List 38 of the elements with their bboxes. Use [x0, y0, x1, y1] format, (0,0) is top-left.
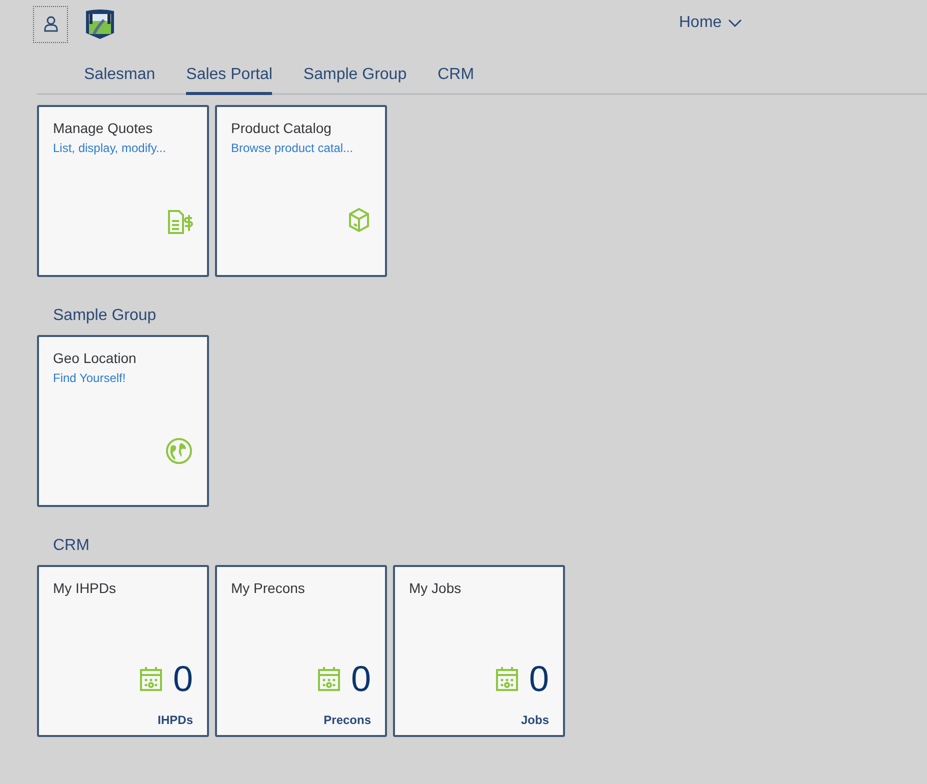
kpi-tile[interactable]: My Jobs 0 Jobs [393, 565, 565, 737]
tile-subtitle: Browse product catal... [231, 141, 354, 155]
tab[interactable]: Sales Portal [186, 66, 272, 95]
tile-subtitle: Find Yourself! [53, 371, 127, 385]
home-menu[interactable]: Home [679, 14, 742, 32]
tab[interactable]: CRM [438, 66, 474, 95]
chevron-down-icon [728, 19, 742, 27]
kpi-unit: Jobs [520, 713, 549, 727]
kpi-value: 0 [172, 661, 193, 697]
calendar-icon [494, 666, 519, 692]
logo-icon [84, 8, 116, 40]
tile-subtitle: List, display, modify... [53, 141, 167, 155]
tile-title: Manage Quotes [53, 120, 154, 136]
kpi-unit: Precons [322, 713, 371, 727]
tile-title: My Jobs [409, 580, 462, 596]
tile-title: My Precons [231, 580, 306, 596]
group-title: Sample Group [53, 307, 158, 326]
box-icon [347, 207, 371, 233]
app-tile[interactable]: Product Catalog Browse product catal... [215, 105, 387, 277]
calendar-icon [316, 666, 341, 692]
dollar-document-icon [167, 207, 193, 235]
kpi-unit: IHPDs [156, 713, 193, 727]
globe-icon [165, 437, 193, 465]
user-button[interactable] [33, 6, 68, 42]
kpi-tile[interactable]: My IHPDs 0 IHPDs [37, 565, 209, 737]
tile-title: My IHPDs [53, 580, 117, 596]
calendar-icon [138, 666, 163, 692]
tab[interactable]: Sample Group [303, 66, 407, 95]
kpi-value: 0 [528, 661, 549, 697]
app-tile[interactable]: Manage Quotes List, display, modify... [37, 105, 209, 277]
tile-title: Geo Location [53, 350, 138, 366]
tab[interactable]: Salesman [84, 66, 156, 95]
user-icon [44, 16, 58, 32]
app-tile[interactable]: Geo Location Find Yourself! [37, 335, 209, 507]
group-title: CRM [53, 537, 90, 556]
kpi-value: 0 [350, 661, 371, 697]
kpi-tile[interactable]: My Precons 0 Precons [215, 565, 387, 737]
tile-title: Product Catalog [231, 120, 332, 136]
